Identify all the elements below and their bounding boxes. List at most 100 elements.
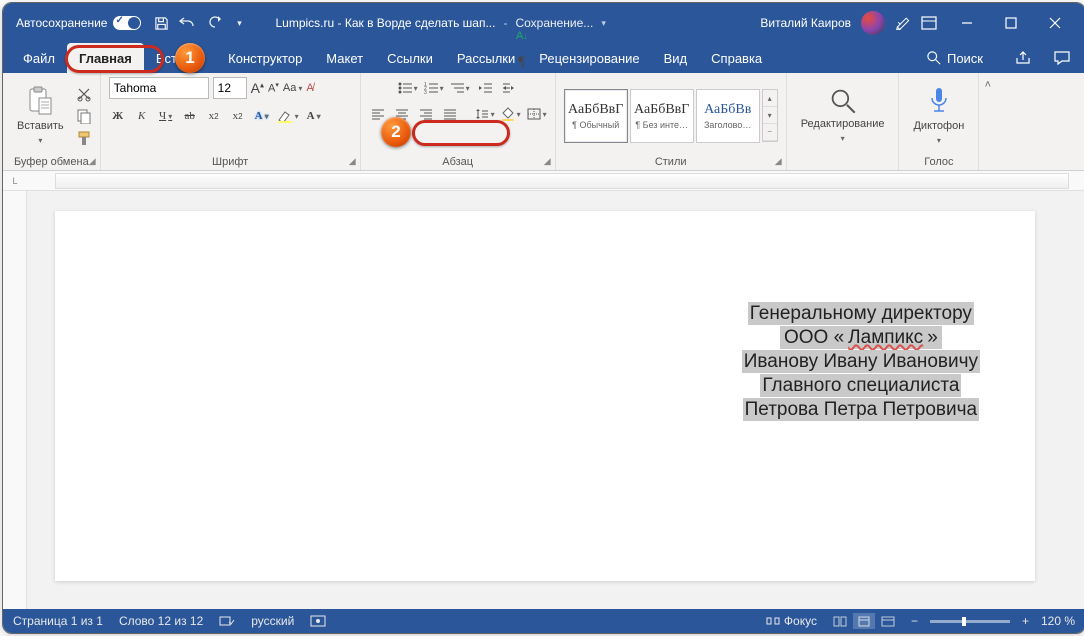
style-heading1[interactable]: АаБбВвЗаголово… xyxy=(696,89,760,143)
format-painter-icon[interactable] xyxy=(76,130,92,146)
strike-button[interactable]: ab xyxy=(181,107,199,125)
document-workspace: Генеральному директору ООО «Лампикс» Ива… xyxy=(3,191,1084,609)
zoom-out-button[interactable]: − xyxy=(911,614,918,628)
indent-left-icon[interactable] xyxy=(476,79,494,97)
line-spacing-icon[interactable]: ▾ xyxy=(475,105,495,123)
text-effects-icon[interactable]: A▾ xyxy=(253,107,271,125)
minimize-button[interactable] xyxy=(945,3,989,43)
tab-view[interactable]: Вид xyxy=(652,43,700,73)
comments-button[interactable] xyxy=(1047,51,1077,65)
font-launcher-icon[interactable]: ◢ xyxy=(349,156,356,167)
group-paragraph: ▾ 123▾ ▾ ▾ ▾ ▾ A↓ xyxy=(361,73,556,170)
tab-review[interactable]: Рецензирование xyxy=(527,43,651,73)
grow-font-icon[interactable]: A▴ xyxy=(251,80,264,96)
style-normal[interactable]: АаБбВвГ¶ Обычный xyxy=(564,89,628,143)
view-print-icon[interactable] xyxy=(853,613,875,629)
subscript-button[interactable]: x2 xyxy=(205,107,223,125)
status-macros-icon[interactable] xyxy=(310,615,326,627)
show-marks-icon[interactable]: ¶ xyxy=(513,53,531,71)
indent-right-icon[interactable] xyxy=(500,79,518,97)
ruler-horizontal[interactable]: L xyxy=(3,171,1084,191)
align-center-icon[interactable] xyxy=(393,105,411,123)
redo-icon[interactable] xyxy=(205,15,221,31)
selected-text-block[interactable]: Генеральному директору ООО «Лампикс» Ива… xyxy=(742,301,980,423)
font-name-input[interactable] xyxy=(109,77,209,99)
bullets-icon[interactable]: ▾ xyxy=(398,79,418,97)
search-label: Поиск xyxy=(947,51,983,66)
clear-format-icon[interactable]: A̸ xyxy=(306,82,313,94)
editing-button[interactable]: Редактирование ▾ xyxy=(795,84,891,147)
undo-icon[interactable] xyxy=(179,15,195,31)
document-title: Lumpics.ru - Как в Ворде сделать шап... xyxy=(275,16,495,30)
styles-gallery-scroller[interactable]: ▴▾⎯ xyxy=(762,89,778,142)
style-nospace[interactable]: АаБбВвГ¶ Без инте… xyxy=(630,89,694,143)
highlight-icon[interactable]: ▾ xyxy=(277,107,299,125)
tab-design[interactable]: Конструктор xyxy=(216,43,314,73)
shrink-font-icon[interactable]: A▾ xyxy=(268,81,279,95)
copy-icon[interactable] xyxy=(76,108,92,124)
borders-icon[interactable]: ▾ xyxy=(527,105,547,123)
group-font: A▴ A▾ Aa▾ A̸ Ж К Ч▾ ab x2 x2 A▾ ▾ A▾ Шри xyxy=(101,73,361,170)
group-styles: АаБбВвГ¶ Обычный АаБбВвГ¶ Без инте… АаБб… xyxy=(556,73,787,170)
shading-icon[interactable]: ▾ xyxy=(501,105,521,123)
group-voice: Диктофон ▾ Голос xyxy=(899,73,978,170)
bold-button[interactable]: Ж xyxy=(109,107,127,125)
ruler-vertical[interactable] xyxy=(3,191,27,609)
zoom-in-button[interactable]: + xyxy=(1022,614,1029,628)
view-read-icon[interactable] xyxy=(829,613,851,629)
title-bar: Автосохранение ▾ Lumpics.ru - Как в Ворд… xyxy=(3,3,1084,43)
autosave-toggle[interactable] xyxy=(113,16,141,30)
maximize-button[interactable] xyxy=(989,3,1033,43)
cut-icon[interactable] xyxy=(76,86,92,102)
search-button[interactable]: Поиск xyxy=(917,51,993,66)
dictate-button[interactable]: Диктофон ▾ xyxy=(907,82,970,149)
zoom-slider[interactable] xyxy=(930,620,1010,623)
status-spellcheck-icon[interactable] xyxy=(219,614,235,628)
svg-text:3: 3 xyxy=(424,90,427,94)
paste-button[interactable]: Вставить ▾ xyxy=(11,82,70,149)
sort-icon[interactable]: A↓ xyxy=(513,27,531,45)
justify-icon[interactable] xyxy=(441,105,459,123)
share-button[interactable] xyxy=(1009,51,1039,65)
tab-insert[interactable]: Вставка xyxy=(144,43,216,73)
align-right-icon[interactable] xyxy=(417,105,435,123)
underline-button[interactable]: Ч▾ xyxy=(157,107,175,125)
qat-dropdown-icon[interactable]: ▾ xyxy=(231,15,247,31)
tab-home[interactable]: Главная xyxy=(67,43,144,73)
save-icon[interactable] xyxy=(153,15,169,31)
autosave-label: Автосохранение xyxy=(16,16,107,30)
zoom-level[interactable]: 120 % xyxy=(1041,614,1075,628)
paragraph-launcher-icon[interactable]: ◢ xyxy=(544,156,551,167)
close-button[interactable] xyxy=(1033,3,1077,43)
tab-help[interactable]: Справка xyxy=(699,43,774,73)
numbering-icon[interactable]: 123▾ xyxy=(424,79,444,97)
tab-file[interactable]: Файл xyxy=(11,43,67,73)
focus-mode-button[interactable]: Фокус xyxy=(766,614,817,628)
user-avatar[interactable] xyxy=(861,11,885,35)
multilevel-icon[interactable]: ▾ xyxy=(450,79,470,97)
view-web-icon[interactable] xyxy=(877,613,899,629)
align-left-icon[interactable] xyxy=(369,105,387,123)
status-page[interactable]: Страница 1 из 1 xyxy=(13,614,103,628)
ribbon-options-icon[interactable] xyxy=(921,15,937,31)
status-bar: Страница 1 из 1 Слово 12 из 12 русский Ф… xyxy=(3,609,1084,633)
styles-launcher-icon[interactable]: ◢ xyxy=(775,156,782,167)
tab-layout[interactable]: Макет xyxy=(314,43,375,73)
change-case-icon[interactable]: Aa▾ xyxy=(283,82,302,94)
ribbon-tabs: Файл Главная Вставка Конструктор Макет С… xyxy=(3,43,1084,73)
status-words[interactable]: Слово 12 из 12 xyxy=(119,614,203,628)
coming-soon-icon[interactable] xyxy=(895,15,911,31)
ribbon: Вставить ▾ Буфер обмена◢ A▴ A▾ Aa xyxy=(3,73,1084,171)
font-color-icon[interactable]: A▾ xyxy=(305,107,323,125)
superscript-button[interactable]: x2 xyxy=(229,107,247,125)
font-size-input[interactable] xyxy=(213,77,247,99)
status-language[interactable]: русский xyxy=(251,614,294,628)
tab-references[interactable]: Ссылки xyxy=(375,43,445,73)
group-clipboard: Вставить ▾ Буфер обмена◢ xyxy=(3,73,101,170)
group-editing: Редактирование ▾ xyxy=(787,73,900,170)
document-page[interactable]: Генеральному директору ООО «Лампикс» Ива… xyxy=(55,211,1035,581)
user-name[interactable]: Виталий Каиров xyxy=(760,16,851,30)
italic-button[interactable]: К xyxy=(133,107,151,125)
collapse-ribbon-icon[interactable]: ˄ xyxy=(985,79,991,91)
clipboard-launcher-icon[interactable]: ◢ xyxy=(89,156,96,167)
